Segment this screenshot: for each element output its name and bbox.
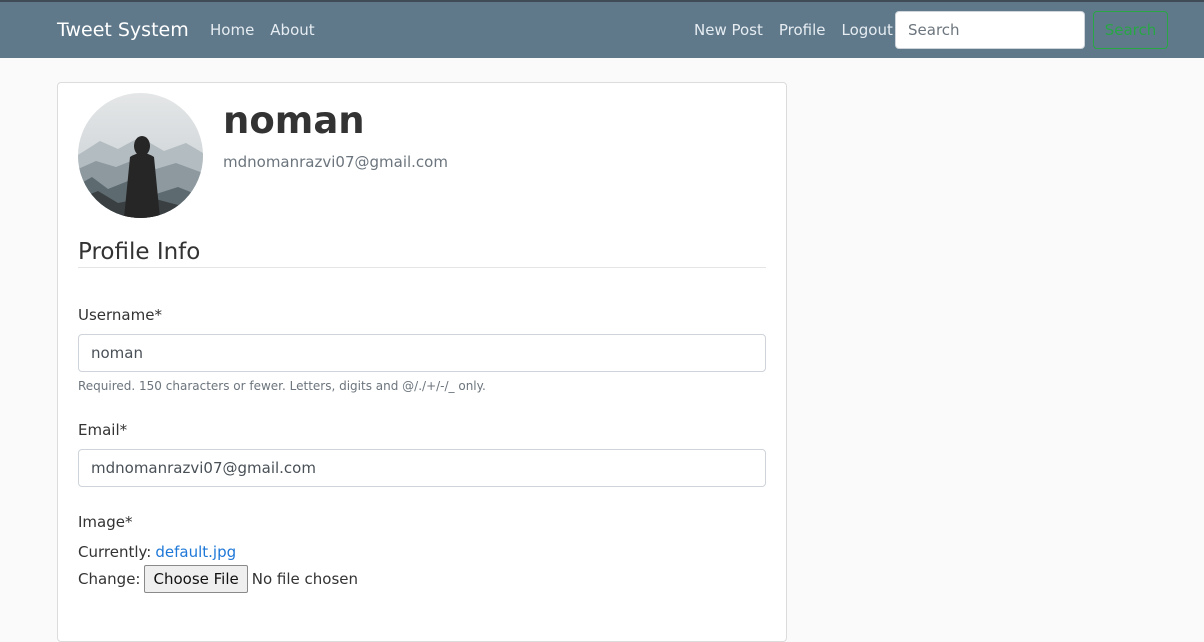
search-input[interactable] bbox=[895, 11, 1085, 49]
no-file-text: No file chosen bbox=[251, 570, 358, 588]
current-file-link[interactable]: default.jpg bbox=[155, 543, 236, 561]
username-label: Username* bbox=[78, 306, 162, 324]
nav-profile-link[interactable]: Profile bbox=[779, 21, 826, 39]
currently-label: Currently: bbox=[78, 543, 152, 561]
nav-about-link[interactable]: About bbox=[270, 21, 314, 39]
profile-email: mdnomanrazvi07@gmail.com bbox=[223, 153, 448, 171]
profile-name: noman bbox=[223, 99, 365, 142]
nav-home-link[interactable]: Home bbox=[210, 21, 254, 39]
nav-logout-link[interactable]: Logout bbox=[842, 21, 893, 39]
username-input[interactable] bbox=[78, 334, 766, 372]
avatar bbox=[78, 93, 203, 218]
current-image-row: Currently: default.jpg bbox=[78, 543, 236, 561]
email-input[interactable] bbox=[78, 449, 766, 487]
section-title: Profile Info bbox=[78, 239, 766, 268]
nav-new-post-link[interactable]: New Post bbox=[694, 21, 763, 39]
navbar: Tweet System Home About New Post Profile… bbox=[0, 2, 1204, 58]
change-image-row: Change: Choose File No file chosen bbox=[78, 565, 358, 593]
username-help-text: Required. 150 characters or fewer. Lette… bbox=[78, 379, 486, 393]
search-button[interactable]: Search bbox=[1093, 11, 1168, 49]
nav-right: New Post Profile Logout bbox=[694, 21, 893, 39]
image-label: Image* bbox=[78, 513, 133, 531]
brand-link[interactable]: Tweet System bbox=[57, 19, 189, 41]
avatar-image bbox=[78, 93, 203, 218]
nav-left: Home About bbox=[210, 21, 315, 39]
email-label: Email* bbox=[78, 421, 128, 439]
change-label: Change: bbox=[78, 570, 141, 588]
profile-card: noman mdnomanrazvi07@gmail.com Profile I… bbox=[57, 82, 787, 642]
choose-file-button[interactable]: Choose File bbox=[144, 565, 248, 593]
